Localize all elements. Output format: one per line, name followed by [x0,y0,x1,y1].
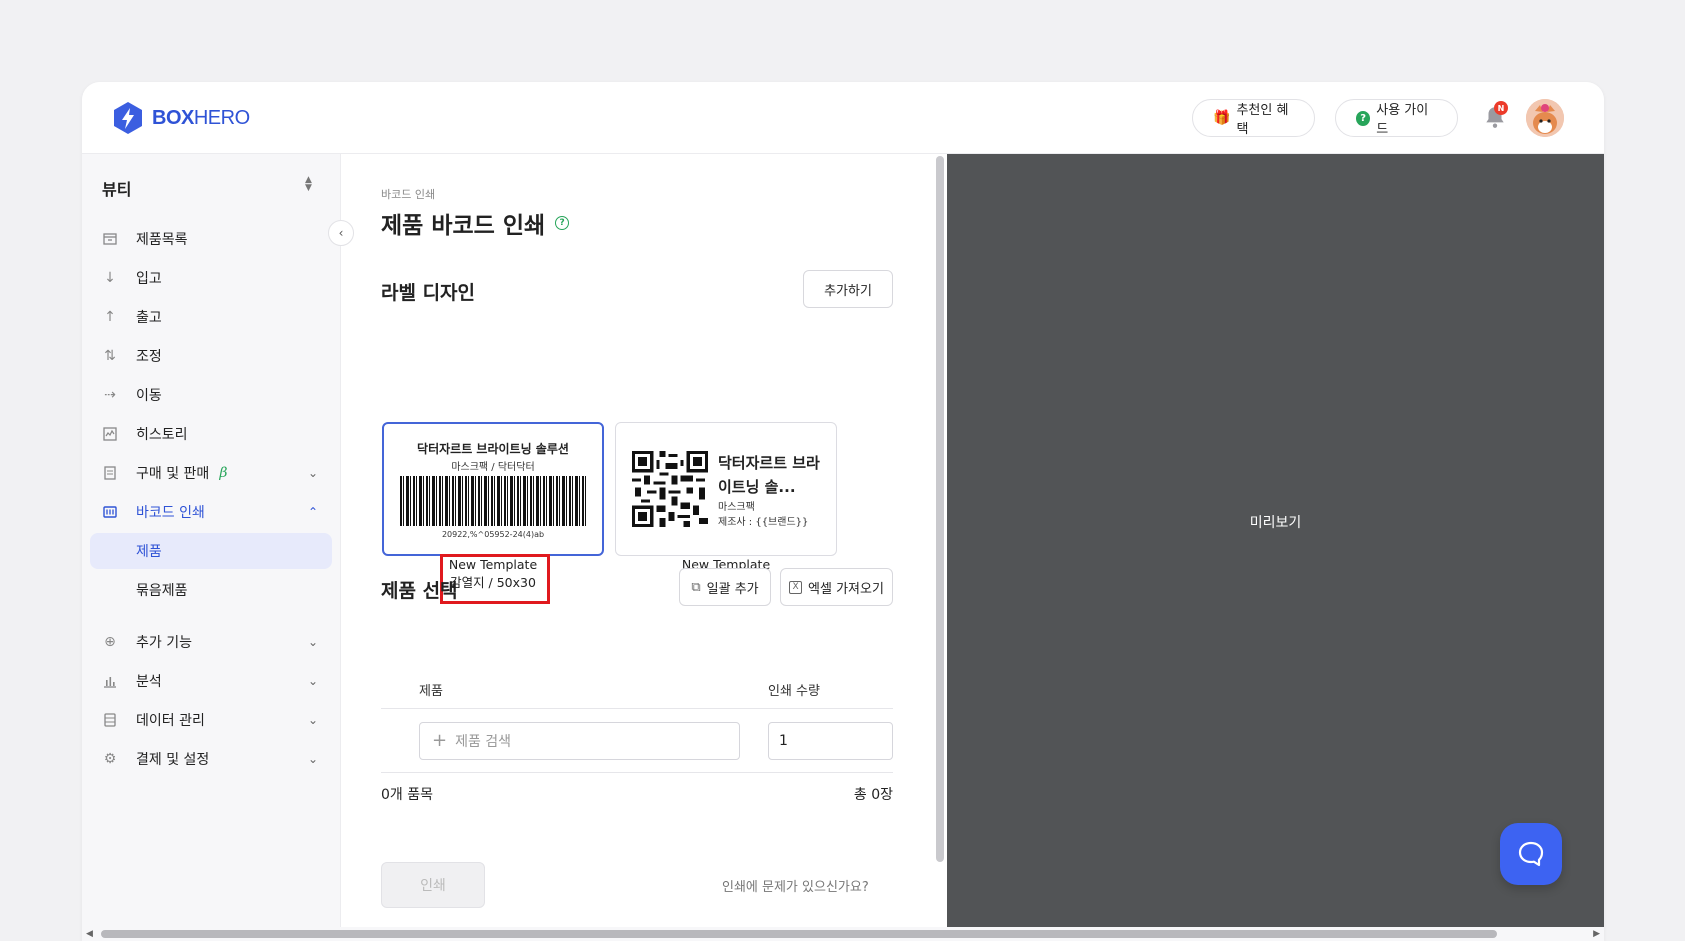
barcode-number: 20922,%^05952-24(4)ab [441,530,545,539]
sidebar: 뷰티 ▲ ▼ 제품목록 ↓ 입고 ↑ 출고 ⇅ 조정 ⇢ 이동 히스토리 구매 및… [82,154,341,941]
box-icon [102,231,118,247]
guide-button[interactable]: ? 사용 가이드 [1335,99,1458,137]
move-icon: ⇢ [104,387,116,403]
help-icon[interactable]: ? [555,216,570,230]
sidebar-subitem-product[interactable]: 제품 [90,533,332,569]
referral-button[interactable]: 🎁 추천인 혜택 [1192,99,1315,137]
avatar[interactable] [1526,99,1564,137]
history-icon [102,426,118,442]
add-template-button[interactable]: 추가하기 [803,270,893,308]
workspace-name[interactable]: 뷰티 [102,176,131,200]
sidebar-item-billing-settings[interactable]: ⚙ 결제 및 설정 ⌄ [90,741,330,777]
barcode-image [400,476,588,526]
chevron-up-icon: ⌃ [307,505,318,519]
items-count: 0개 품목 [381,787,433,803]
divider [381,708,893,709]
page-title: 제품 바코드 인쇄 ? [381,206,570,240]
label-design-title: 라벨 디자인 [381,282,476,304]
scroll-right-arrow-icon[interactable]: ▶ [1593,929,1600,939]
column-header-quantity: 인쇄 수량 [768,684,820,699]
vertical-scrollbar[interactable] [936,156,944,862]
brand-name: BOXHERO [152,106,250,129]
print-button[interactable]: 인쇄 [381,862,485,908]
sidebar-item-products[interactable]: 제품목록 [90,221,330,257]
preview-panel: 미리보기 [947,154,1604,941]
plus-icon: + [432,730,448,751]
chevron-down-icon: ⌄ [307,713,318,727]
sidebar-subitem-bundle[interactable]: 묶음제품 [90,572,330,608]
app-window: BOXHERO 🎁 추천인 혜택 ? 사용 가이드 N 뷰티 ▲ ▼ 제품목록 … [82,82,1604,941]
chart-icon [102,673,118,689]
chevron-down-icon: ⌄ [307,466,318,480]
breadcrumb[interactable]: 바코드 인쇄 [381,186,435,202]
sidebar-collapse-button[interactable]: ‹ [328,220,354,246]
notification-badge: N [1494,101,1508,115]
qr-code-image [632,451,708,527]
help-icon: ? [1356,110,1371,126]
excel-icon: X [789,580,803,594]
workspace-switch-icon[interactable]: ▲ ▼ [305,176,312,193]
barcode-icon [102,504,118,520]
chevron-down-icon: ⌄ [307,635,318,649]
arrow-up-icon: ↑ [104,309,116,325]
sidebar-item-stock-out[interactable]: ↑ 출고 [90,299,330,335]
chat-button[interactable] [1500,823,1562,885]
boxhero-logo-icon [114,102,142,134]
template-card-1[interactable]: 닥터자르트 브라이트닝 솔루션 마스크팩 / 닥터닥터 20922,%^0595… [382,422,604,556]
sidebar-item-stock-in[interactable]: ↓ 입고 [90,260,330,296]
product-select-title: 제품 선택 [381,580,458,602]
chevron-down-icon: ⌄ [307,674,318,688]
preview-label: 미리보기 [1249,515,1302,531]
column-header-product: 제품 [419,684,443,699]
chevron-down-icon: ⌄ [307,752,318,766]
bulk-add-button[interactable]: ⧉ 일괄 추가 [679,568,771,606]
chat-icon [1518,841,1544,867]
scroll-left-arrow-icon[interactable]: ◀ [86,929,93,939]
beta-badge: β [219,465,228,481]
scrollbar-thumb[interactable] [101,930,1497,938]
swap-icon: ⇅ [104,348,116,364]
database-icon [102,712,118,728]
template-card-2[interactable]: 닥터자르트 브라이트닝 솔... 마스크팩 제조사 : {{브랜드}} [615,422,837,556]
quantity-input[interactable]: 1 [768,722,893,760]
excel-import-button[interactable]: X 엑셀 가져오기 [780,568,893,606]
main-content: 바코드 인쇄 제품 바코드 인쇄 ? 라벨 디자인 추가하기 닥터자르트 브라이… [341,154,941,941]
divider [381,772,893,773]
sidebar-item-move[interactable]: ⇢ 이동 [90,377,330,413]
avatar-image [1526,99,1564,137]
chevron-left-icon: ‹ [338,226,344,240]
sidebar-item-add-features[interactable]: ⊕ 추가 기능 ⌄ [90,624,330,660]
product-search-input[interactable]: + 제품 검색 [419,722,740,760]
sidebar-item-adjust[interactable]: ⇅ 조정 [90,338,330,374]
gift-icon: 🎁 [1213,110,1231,126]
top-bar: BOXHERO 🎁 추천인 혜택 ? 사용 가이드 N [82,82,1604,154]
copy-icon: ⧉ [691,579,701,595]
plus-circle-icon: ⊕ [104,634,116,650]
sidebar-item-analytics[interactable]: 분석 ⌄ [90,663,330,699]
sidebar-item-purchase-sales[interactable]: 구매 및 판매 β ⌄ [90,455,330,491]
sidebar-item-barcode-print[interactable]: 바코드 인쇄 ⌃ [90,494,330,530]
horizontal-scrollbar[interactable]: ◀ ▶ [82,927,1604,941]
logo[interactable]: BOXHERO [112,101,250,135]
total-count: 총 0장 [853,787,893,803]
arrow-down-icon: ↓ [104,270,116,286]
gear-icon: ⚙ [103,751,117,767]
document-icon [102,465,118,481]
sidebar-item-history[interactable]: 히스토리 [90,416,330,452]
print-problem-link[interactable]: 인쇄에 문제가 있으신가요? [722,876,869,895]
sidebar-item-data-management[interactable]: 데이터 관리 ⌄ [90,702,330,738]
